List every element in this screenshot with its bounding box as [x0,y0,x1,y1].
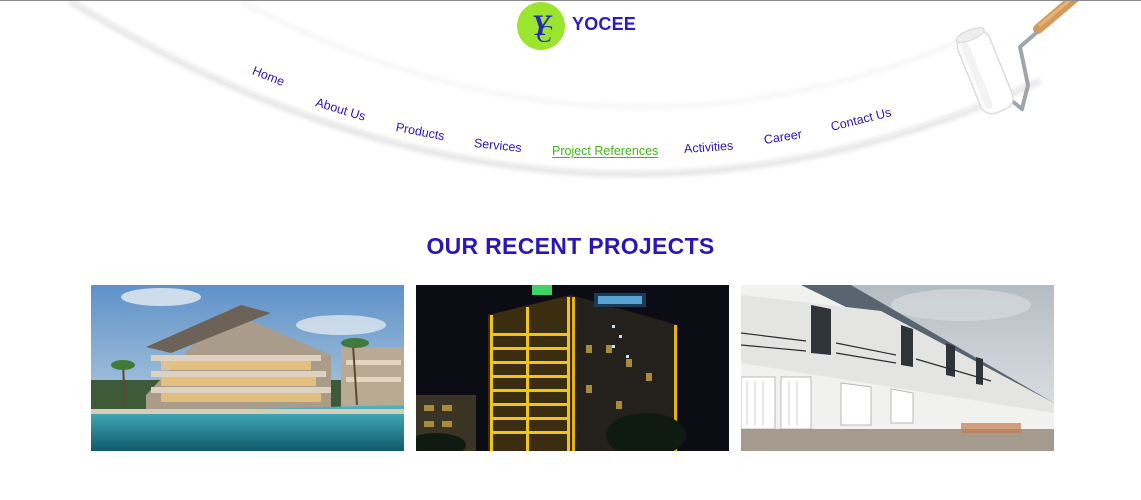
section-title: OUR RECENT PROJECTS [426,233,715,259]
logo-monogram-icon: Y C [532,9,553,48]
resort-apartments-photo [91,285,404,451]
svg-text:C: C [536,22,553,48]
brand-name[interactable]: YOCEE [572,14,636,35]
project-card-townhouses[interactable] [741,285,1054,451]
townhouse-row-photo [741,285,1054,451]
night-hotel-tower-photo [416,285,729,451]
project-card-resort[interactable] [91,285,404,451]
project-card-hotel[interactable] [416,285,729,451]
page: Y C YOCEE Home About Us Products Service… [0,1,1141,500]
brand-logo[interactable]: Y C [517,2,565,50]
paint-roller-icon [955,1,1079,115]
nav-project-references[interactable]: Project References [552,144,658,158]
